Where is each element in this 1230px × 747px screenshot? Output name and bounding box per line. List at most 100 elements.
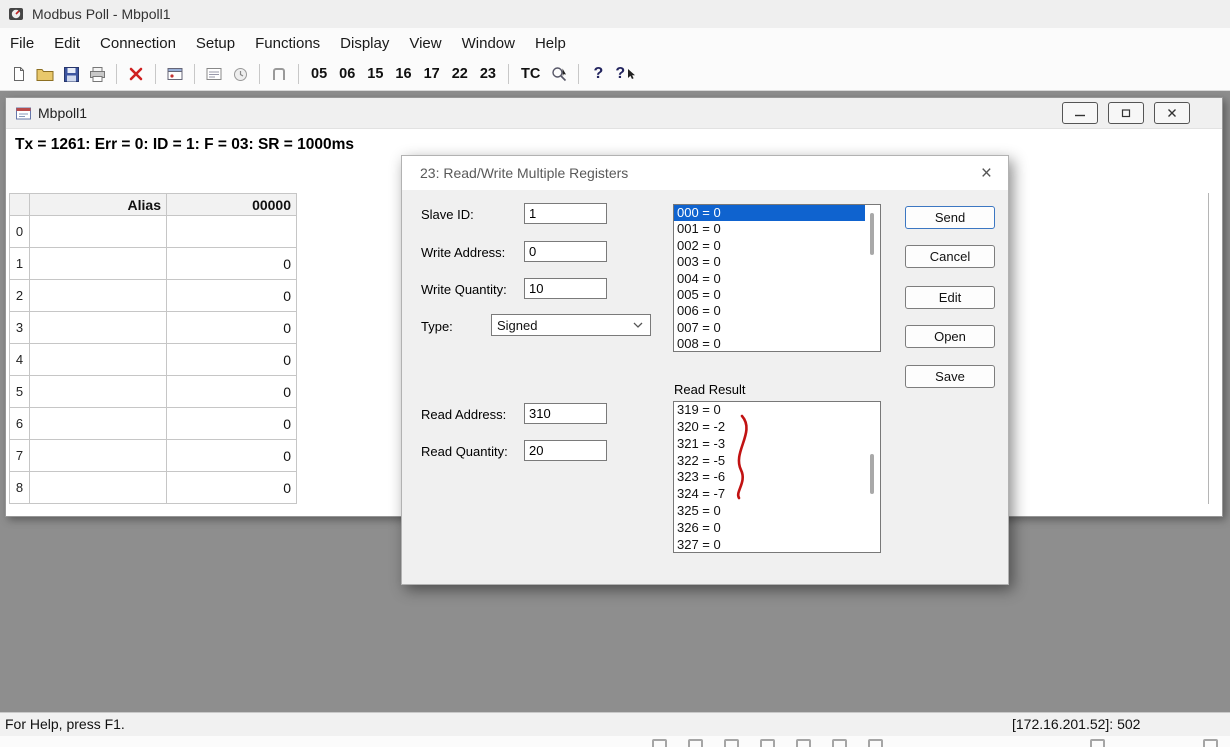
write-quantity-input[interactable]: [524, 278, 607, 299]
app-titlebar: Modbus Poll - Mbpoll1: [0, 0, 1230, 28]
alias-cell-6[interactable]: [30, 408, 167, 440]
taskbar-icon[interactable]: [724, 739, 739, 747]
taskbar-icon[interactable]: [760, 739, 775, 747]
alias-cell-2[interactable]: [30, 280, 167, 312]
read-list-item[interactable]: 327 = 0: [674, 537, 865, 553]
open-file-button[interactable]: [33, 61, 57, 87]
menu-connection[interactable]: Connection: [90, 31, 186, 56]
alias-cell-8[interactable]: [30, 472, 167, 504]
function-22-button[interactable]: 22: [447, 61, 473, 87]
value-cell-0[interactable]: 3: [167, 216, 297, 248]
row-header-6: 6: [10, 408, 30, 440]
write-address-input[interactable]: [524, 241, 607, 262]
function-16-button[interactable]: 16: [390, 61, 416, 87]
write-list-item[interactable]: 000 = 0: [674, 205, 865, 221]
read-list-item[interactable]: 323 = -6: [674, 469, 865, 486]
type-select[interactable]: Signed: [491, 314, 651, 336]
read-list-item[interactable]: 326 = 0: [674, 520, 865, 537]
save-icon: [64, 67, 79, 82]
save-button[interactable]: [59, 61, 83, 87]
write-list-item[interactable]: 006 = 0: [674, 303, 865, 319]
context-help-button[interactable]: ?: [612, 61, 639, 87]
write-list-scrollbar-thumb[interactable]: [870, 213, 874, 255]
taskbar-icon[interactable]: [868, 739, 883, 747]
value-cell-6[interactable]: 0: [167, 408, 297, 440]
read-list-item[interactable]: 322 = -5: [674, 453, 865, 470]
menu-window[interactable]: Window: [452, 31, 525, 56]
value-cell-8[interactable]: 0: [167, 472, 297, 504]
read-quantity-input[interactable]: [524, 440, 607, 461]
alias-cell-1[interactable]: [30, 248, 167, 280]
menu-file[interactable]: File: [0, 31, 44, 56]
write-list-item[interactable]: 005 = 0: [674, 287, 865, 303]
read-list-item[interactable]: 324 = -7: [674, 486, 865, 503]
alias-cell-4[interactable]: [30, 344, 167, 376]
menu-functions[interactable]: Functions: [245, 31, 330, 56]
poll-definition-button[interactable]: [202, 61, 226, 87]
write-list-item[interactable]: 007 = 0: [674, 320, 865, 336]
taskbar-icon[interactable]: [832, 739, 847, 747]
slave-id-input[interactable]: [524, 203, 607, 224]
function-05-button[interactable]: 05: [306, 61, 332, 87]
cancel-poll-button[interactable]: [124, 61, 148, 87]
restore-button[interactable]: [1108, 102, 1144, 124]
print-icon: [89, 67, 106, 82]
clock-button[interactable]: [228, 61, 252, 87]
document-icon: [16, 107, 31, 120]
taskbar-tray-icon[interactable]: [1203, 739, 1218, 747]
magnifier-icon: [551, 66, 568, 82]
write-list-item[interactable]: 003 = 0: [674, 254, 865, 270]
write-list-item[interactable]: 001 = 0: [674, 221, 865, 237]
print-button[interactable]: [85, 61, 109, 87]
open-button[interactable]: Open: [905, 325, 995, 348]
new-file-button[interactable]: [7, 61, 31, 87]
taskbar-icon[interactable]: [1090, 739, 1105, 747]
minimize-button[interactable]: [1062, 102, 1098, 124]
write-list-item[interactable]: 008 = 0: [674, 336, 865, 352]
cancel-button[interactable]: Cancel: [905, 245, 995, 268]
read-list-scrollbar-thumb[interactable]: [870, 454, 874, 494]
read-list-item[interactable]: 320 = -2: [674, 419, 865, 436]
function-06-button[interactable]: 06: [334, 61, 360, 87]
zoom-button[interactable]: [547, 61, 571, 87]
taskbar-icon[interactable]: [796, 739, 811, 747]
test-center-button[interactable]: TC: [516, 61, 545, 87]
read-list-item[interactable]: 319 = 0: [674, 402, 865, 419]
function-15-button[interactable]: 15: [362, 61, 388, 87]
read-address-input[interactable]: [524, 403, 607, 424]
alias-cell-3[interactable]: [30, 312, 167, 344]
taskbar-icon[interactable]: [652, 739, 667, 747]
display-setup-button[interactable]: [163, 61, 187, 87]
help-button[interactable]: ?: [586, 61, 610, 87]
close-button[interactable]: [1154, 102, 1190, 124]
value-cell-1[interactable]: 0: [167, 248, 297, 280]
read-list-item[interactable]: 325 = 0: [674, 503, 865, 520]
write-list-item[interactable]: 004 = 0: [674, 271, 865, 287]
function-23-button[interactable]: 23: [475, 61, 501, 87]
value-cell-4[interactable]: 0: [167, 344, 297, 376]
edit-button[interactable]: Edit: [905, 286, 995, 309]
taskbar-icon[interactable]: [688, 739, 703, 747]
junction-button[interactable]: [267, 61, 291, 87]
function-17-button[interactable]: 17: [419, 61, 445, 87]
write-list-item[interactable]: 002 = 0: [674, 238, 865, 254]
save-dialog-button[interactable]: Save: [905, 365, 995, 388]
menu-edit[interactable]: Edit: [44, 31, 90, 56]
menu-view[interactable]: View: [399, 31, 451, 56]
grid-scrollbar[interactable]: [1208, 193, 1209, 504]
menu-help[interactable]: Help: [525, 31, 576, 56]
alias-cell-5[interactable]: [30, 376, 167, 408]
menu-display[interactable]: Display: [330, 31, 399, 56]
value-cell-7[interactable]: 0: [167, 440, 297, 472]
value-cell-2[interactable]: 0: [167, 280, 297, 312]
mbpoll1-titlebar[interactable]: Mbpoll1: [6, 98, 1222, 129]
value-cell-5[interactable]: 0: [167, 376, 297, 408]
dialog-titlebar[interactable]: 23: Read/Write Multiple Registers ×: [402, 156, 1008, 190]
dialog-close-icon[interactable]: ×: [981, 164, 992, 183]
menu-setup[interactable]: Setup: [186, 31, 245, 56]
send-button[interactable]: Send: [905, 206, 995, 229]
alias-cell-7[interactable]: [30, 440, 167, 472]
alias-cell-0[interactable]: [30, 216, 167, 248]
value-cell-3[interactable]: 0: [167, 312, 297, 344]
read-list-item[interactable]: 321 = -3: [674, 436, 865, 453]
